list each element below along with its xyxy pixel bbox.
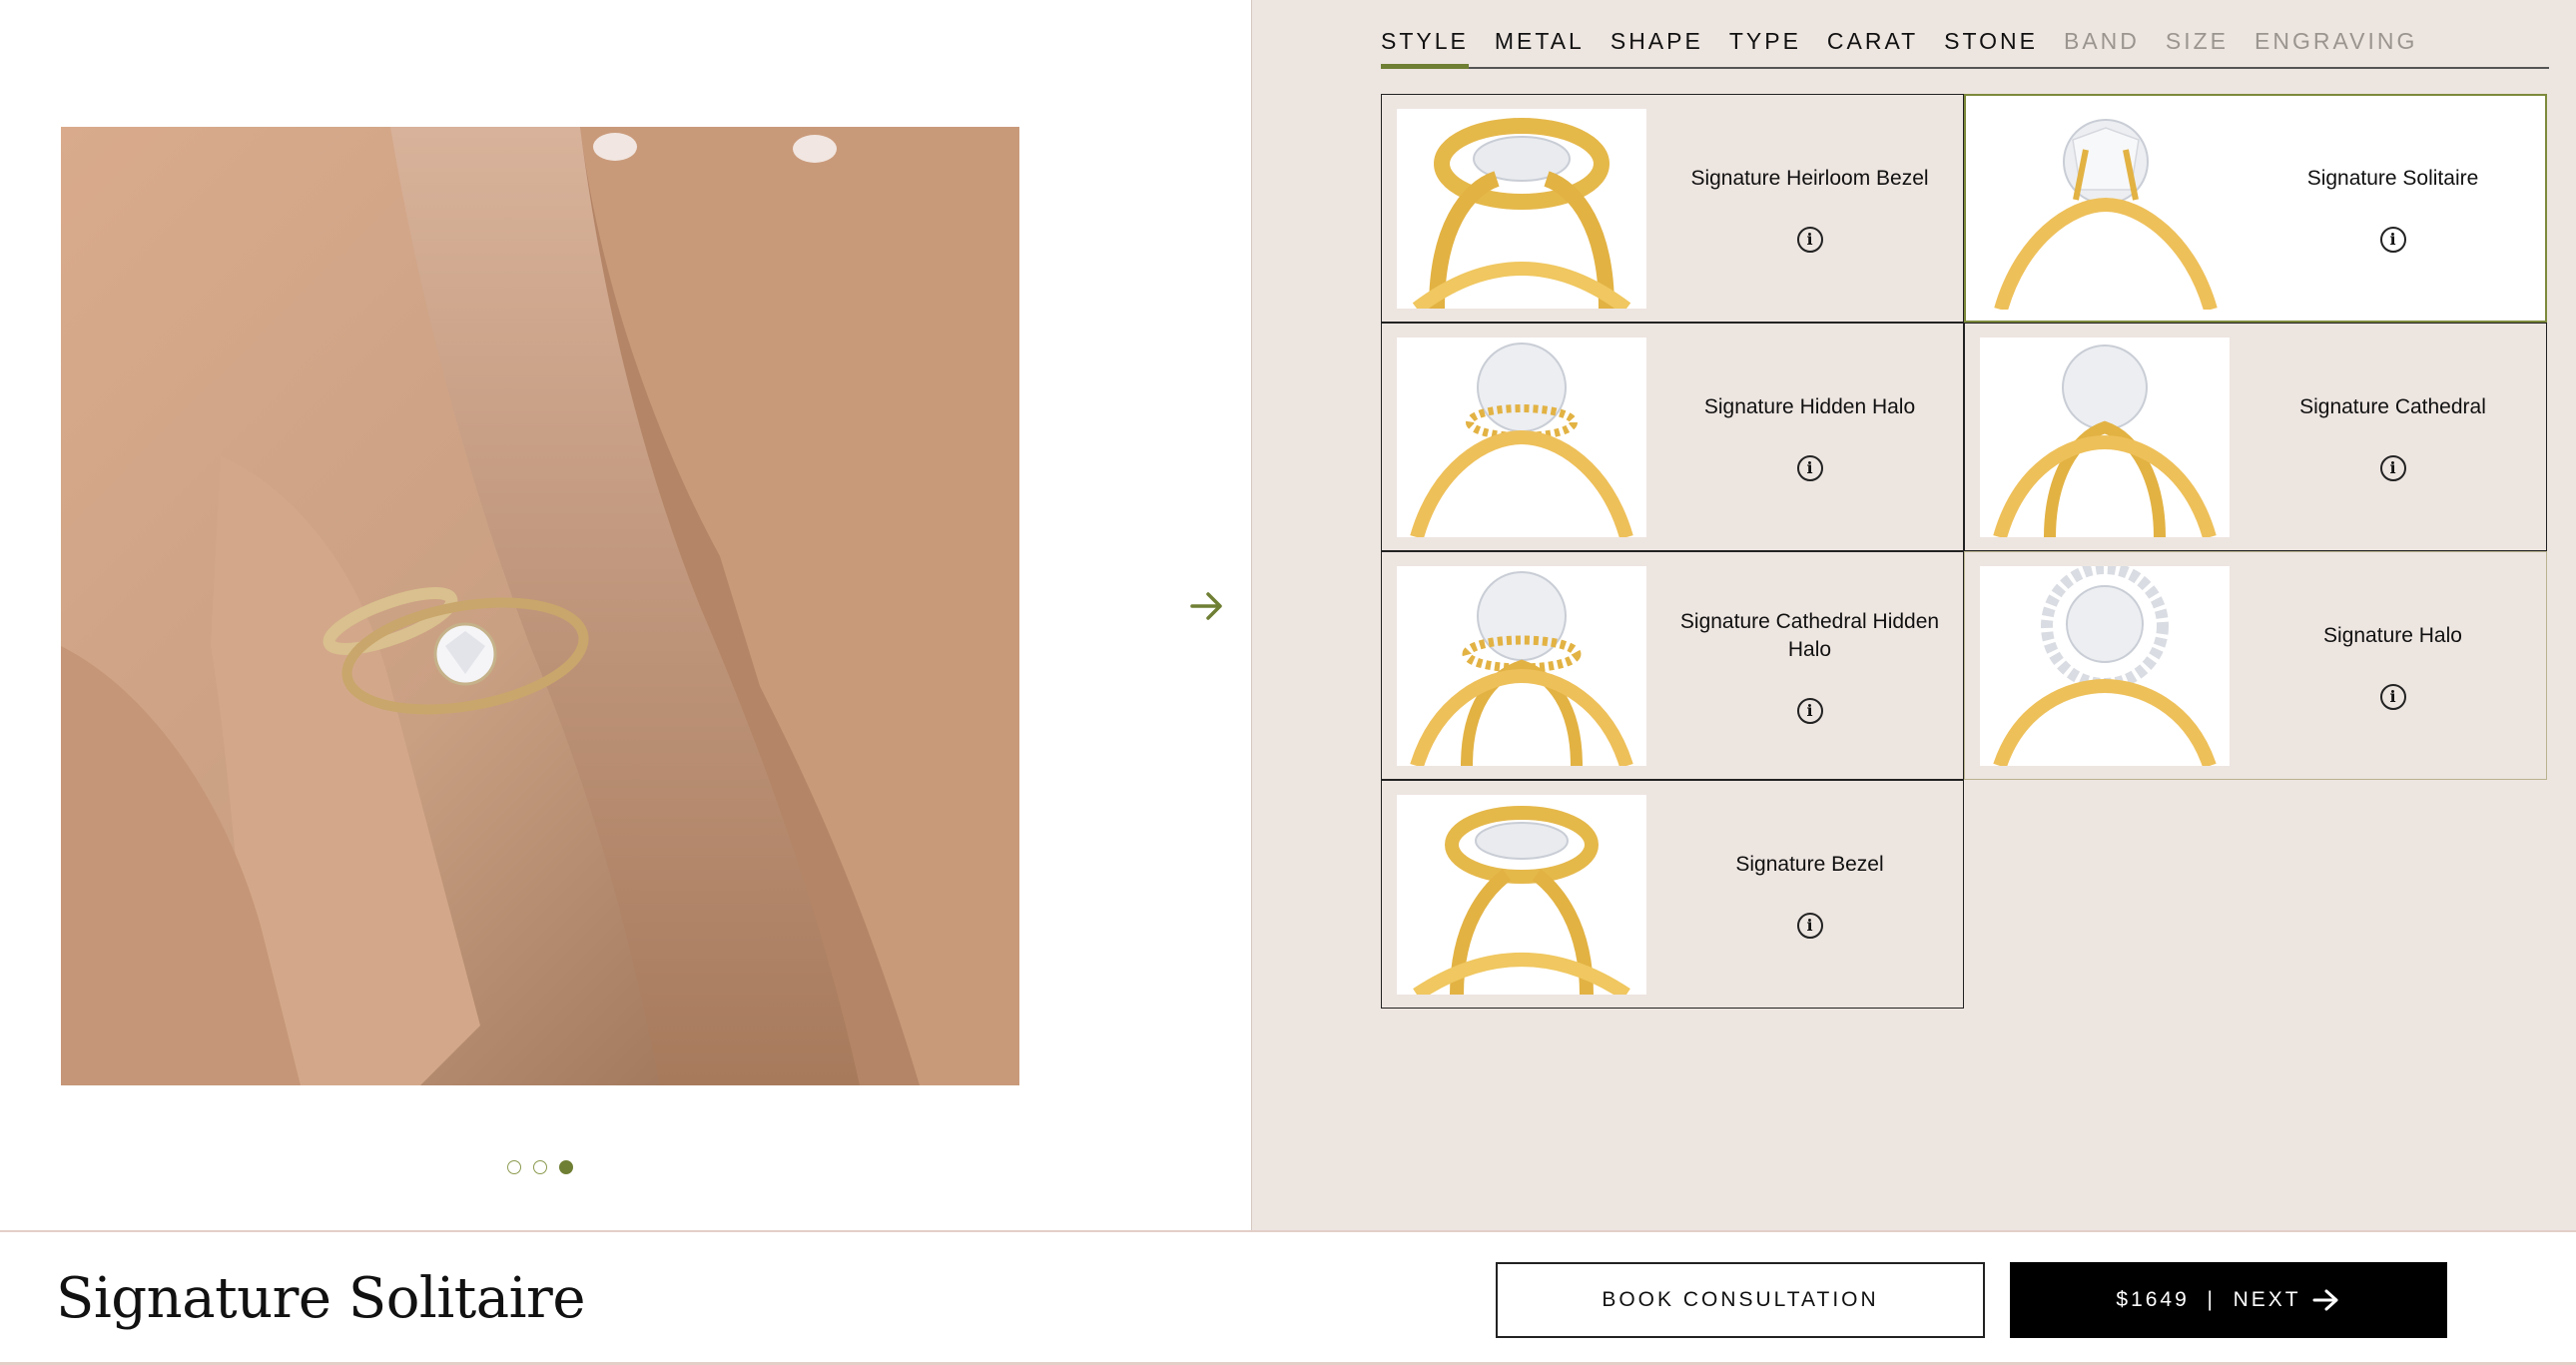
next-button[interactable]: $1649 | NEXT [2010, 1262, 2447, 1338]
info-icon[interactable]: i [1796, 226, 1823, 253]
product-photo [61, 127, 1019, 1085]
ring-thumbnail [1397, 109, 1646, 309]
tab-size: SIZE [2165, 28, 2230, 54]
ring-thumbnail [1397, 795, 1646, 995]
carousel-dots [507, 1160, 573, 1174]
arrow-right-icon [2312, 1289, 2338, 1311]
style-card-cathedral-hidden-halo[interactable]: Signature Cathedral Hidden Halo i [1381, 551, 1964, 780]
style-card-text: Signature Bezel i [1666, 781, 1953, 1008]
product-title: Signature Solitaire [56, 1266, 585, 1331]
style-card-text: Signature Hidden Halo i [1666, 324, 1953, 550]
style-card-text: Signature Heirloom Bezel i [1666, 95, 1953, 322]
style-card-hidden-halo[interactable]: Signature Hidden Halo i [1381, 323, 1964, 551]
customizer-panel: STYLE METAL SHAPE TYPE CARAT STONE BAND … [1251, 0, 2576, 1230]
style-name: Signature Heirloom Bezel [1690, 166, 1929, 190]
style-name: Signature Solitaire [2306, 166, 2479, 190]
carousel-dot-3[interactable] [559, 1160, 573, 1174]
style-name: Signature Hidden Halo [1703, 394, 1916, 418]
ring-thumbnail [1397, 338, 1646, 537]
ring-builder-page: STYLE METAL SHAPE TYPE CARAT STONE BAND … [0, 0, 2576, 1365]
style-name: Signature Cathedral [2299, 394, 2486, 418]
tab-style[interactable]: STYLE [1381, 0, 1469, 69]
style-card-cathedral[interactable]: Signature Cathedral i [1964, 323, 2547, 551]
ring-thumbnail [1397, 566, 1646, 766]
style-card-solitaire[interactable]: Signature Solitaire i [1964, 94, 2547, 323]
style-name: Signature Bezel [1735, 852, 1884, 876]
ring-thumbnail [1981, 110, 2231, 310]
tab-type[interactable]: TYPE [1729, 0, 1801, 67]
tab-band: BAND [2064, 28, 2140, 54]
step-tabs: STYLE METAL SHAPE TYPE CARAT STONE BAND … [1381, 0, 2549, 69]
tab-stone[interactable]: STONE [1944, 0, 2038, 67]
info-icon[interactable]: i [2379, 454, 2406, 481]
info-icon[interactable]: i [2379, 226, 2406, 253]
carousel-dot-1[interactable] [507, 1160, 521, 1174]
info-icon[interactable]: i [1796, 454, 1823, 481]
style-card-heirloom-bezel[interactable]: Signature Heirloom Bezel i [1381, 94, 1964, 323]
tab-carat[interactable]: CARAT [1827, 0, 1918, 67]
ring-thumbnail [1980, 566, 2230, 766]
next-button-label: $1649 | NEXT [2116, 1288, 2301, 1311]
style-card-text: Signature Cathedral Hidden Halo i [1666, 552, 1953, 779]
info-icon[interactable]: i [1796, 697, 1823, 724]
carousel-dot-2[interactable] [533, 1160, 547, 1174]
ring-thumbnail [1980, 338, 2230, 537]
style-card-text: Signature Solitaire i [2251, 96, 2535, 321]
style-name: Signature Halo [2323, 623, 2462, 647]
arrow-right-icon[interactable] [1188, 589, 1226, 623]
book-consultation-button[interactable]: BOOK CONSULTATION [1496, 1262, 1985, 1338]
tab-metal[interactable]: METAL [1495, 0, 1585, 67]
style-name: Signature Cathedral Hidden Halo [1679, 609, 1940, 661]
style-card-bezel[interactable]: Signature Bezel i [1381, 780, 1964, 1009]
tab-engraving: ENGRAVING [2254, 28, 2418, 54]
style-card-text: Signature Halo i [2250, 552, 2536, 779]
image-gallery [0, 0, 1251, 1230]
style-card-text: Signature Cathedral i [2250, 324, 2536, 550]
info-icon[interactable]: i [2379, 683, 2406, 710]
style-card-halo[interactable]: Signature Halo i [1964, 551, 2547, 780]
info-icon[interactable]: i [1796, 912, 1823, 939]
tab-shape[interactable]: SHAPE [1610, 0, 1703, 67]
book-consultation-label: BOOK CONSULTATION [1602, 1288, 1879, 1311]
footer-bar: Signature Solitaire BOOK CONSULTATION $1… [0, 1230, 2576, 1365]
